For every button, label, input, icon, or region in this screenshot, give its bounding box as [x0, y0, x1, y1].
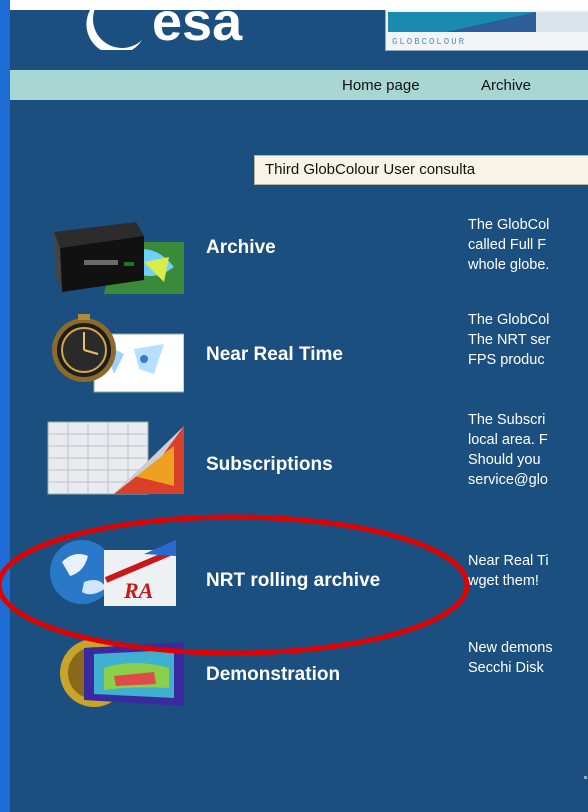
- row-desc-demonstration: New demons Secchi Disk: [468, 638, 588, 678]
- desc-line: wget them!: [468, 573, 539, 589]
- row-desc-subscriptions: The Subscri local area. F Should you ser…: [468, 410, 588, 490]
- list-item-subscriptions: Subscriptions The Subscri local area. F …: [10, 410, 588, 510]
- desc-line: The GlobCol: [468, 312, 550, 328]
- desc-line: local area. F: [468, 432, 548, 448]
- globcolour-banner[interactable]: GLOBCOLOUR: [385, 10, 588, 51]
- desc-line: FPS produc: [468, 352, 545, 368]
- row-title-subscriptions[interactable]: Subscriptions: [206, 454, 333, 476]
- desc-line: Near Real Ti: [468, 553, 549, 569]
- list-item-near-real-time: Near Real Time The GlobCol The NRT ser F…: [10, 310, 588, 400]
- row-title-demonstration[interactable]: Demonstration: [206, 664, 340, 686]
- desc-line: Should you: [468, 452, 541, 468]
- desc-line: The GlobCol: [468, 217, 550, 233]
- browser-viewport: esa GLOBCOLOUR Home page Archive Third G…: [0, 0, 588, 812]
- calendar-page-icon: [47, 421, 184, 495]
- stopwatch-map-icon: [52, 314, 184, 393]
- row-desc-near-real-time: The GlobCol The NRT ser FPS produc: [468, 310, 588, 370]
- desc-line: called Full F: [468, 237, 547, 253]
- window-left-edge: [0, 0, 10, 812]
- nav-archive[interactable]: Archive: [481, 77, 531, 94]
- desc-line: Secchi Disk: [468, 660, 544, 676]
- row-desc-archive: The GlobCol called Full F whole globe.: [468, 215, 588, 275]
- archive-storage-icon: [54, 222, 184, 294]
- desc-line: service@glo: [468, 472, 548, 488]
- desc-line: whole globe.: [468, 257, 550, 273]
- row-title-near-real-time[interactable]: Near Real Time: [206, 344, 343, 366]
- list-item-archive: Archive The GlobCol called Full F whole …: [10, 210, 588, 300]
- annotation-ellipse: [0, 514, 470, 656]
- page-header: esa GLOBCOLOUR: [10, 10, 588, 70]
- user-consultation-notice[interactable]: Third GlobColour User consulta: [254, 155, 588, 185]
- desc-line: The Subscri: [468, 412, 546, 428]
- row-desc-nrt-rolling-archive: Near Real Ti wget them!: [468, 551, 588, 591]
- globcolour-page: esa GLOBCOLOUR Home page Archive Third G…: [10, 10, 588, 812]
- desc-line: New demons: [468, 640, 553, 656]
- footer-mark: [584, 776, 587, 779]
- nav-home-page[interactable]: Home page: [342, 77, 420, 94]
- top-nav-bar: Home page Archive: [10, 70, 588, 100]
- row-title-archive[interactable]: Archive: [206, 237, 276, 259]
- annotation-ellipse-stroke: [0, 514, 470, 656]
- globcolour-banner-text: GLOBCOLOUR: [392, 37, 466, 47]
- esa-logo[interactable]: esa: [82, 10, 282, 50]
- esa-logo-text: esa: [152, 10, 243, 50]
- desc-line: The NRT ser: [468, 332, 551, 348]
